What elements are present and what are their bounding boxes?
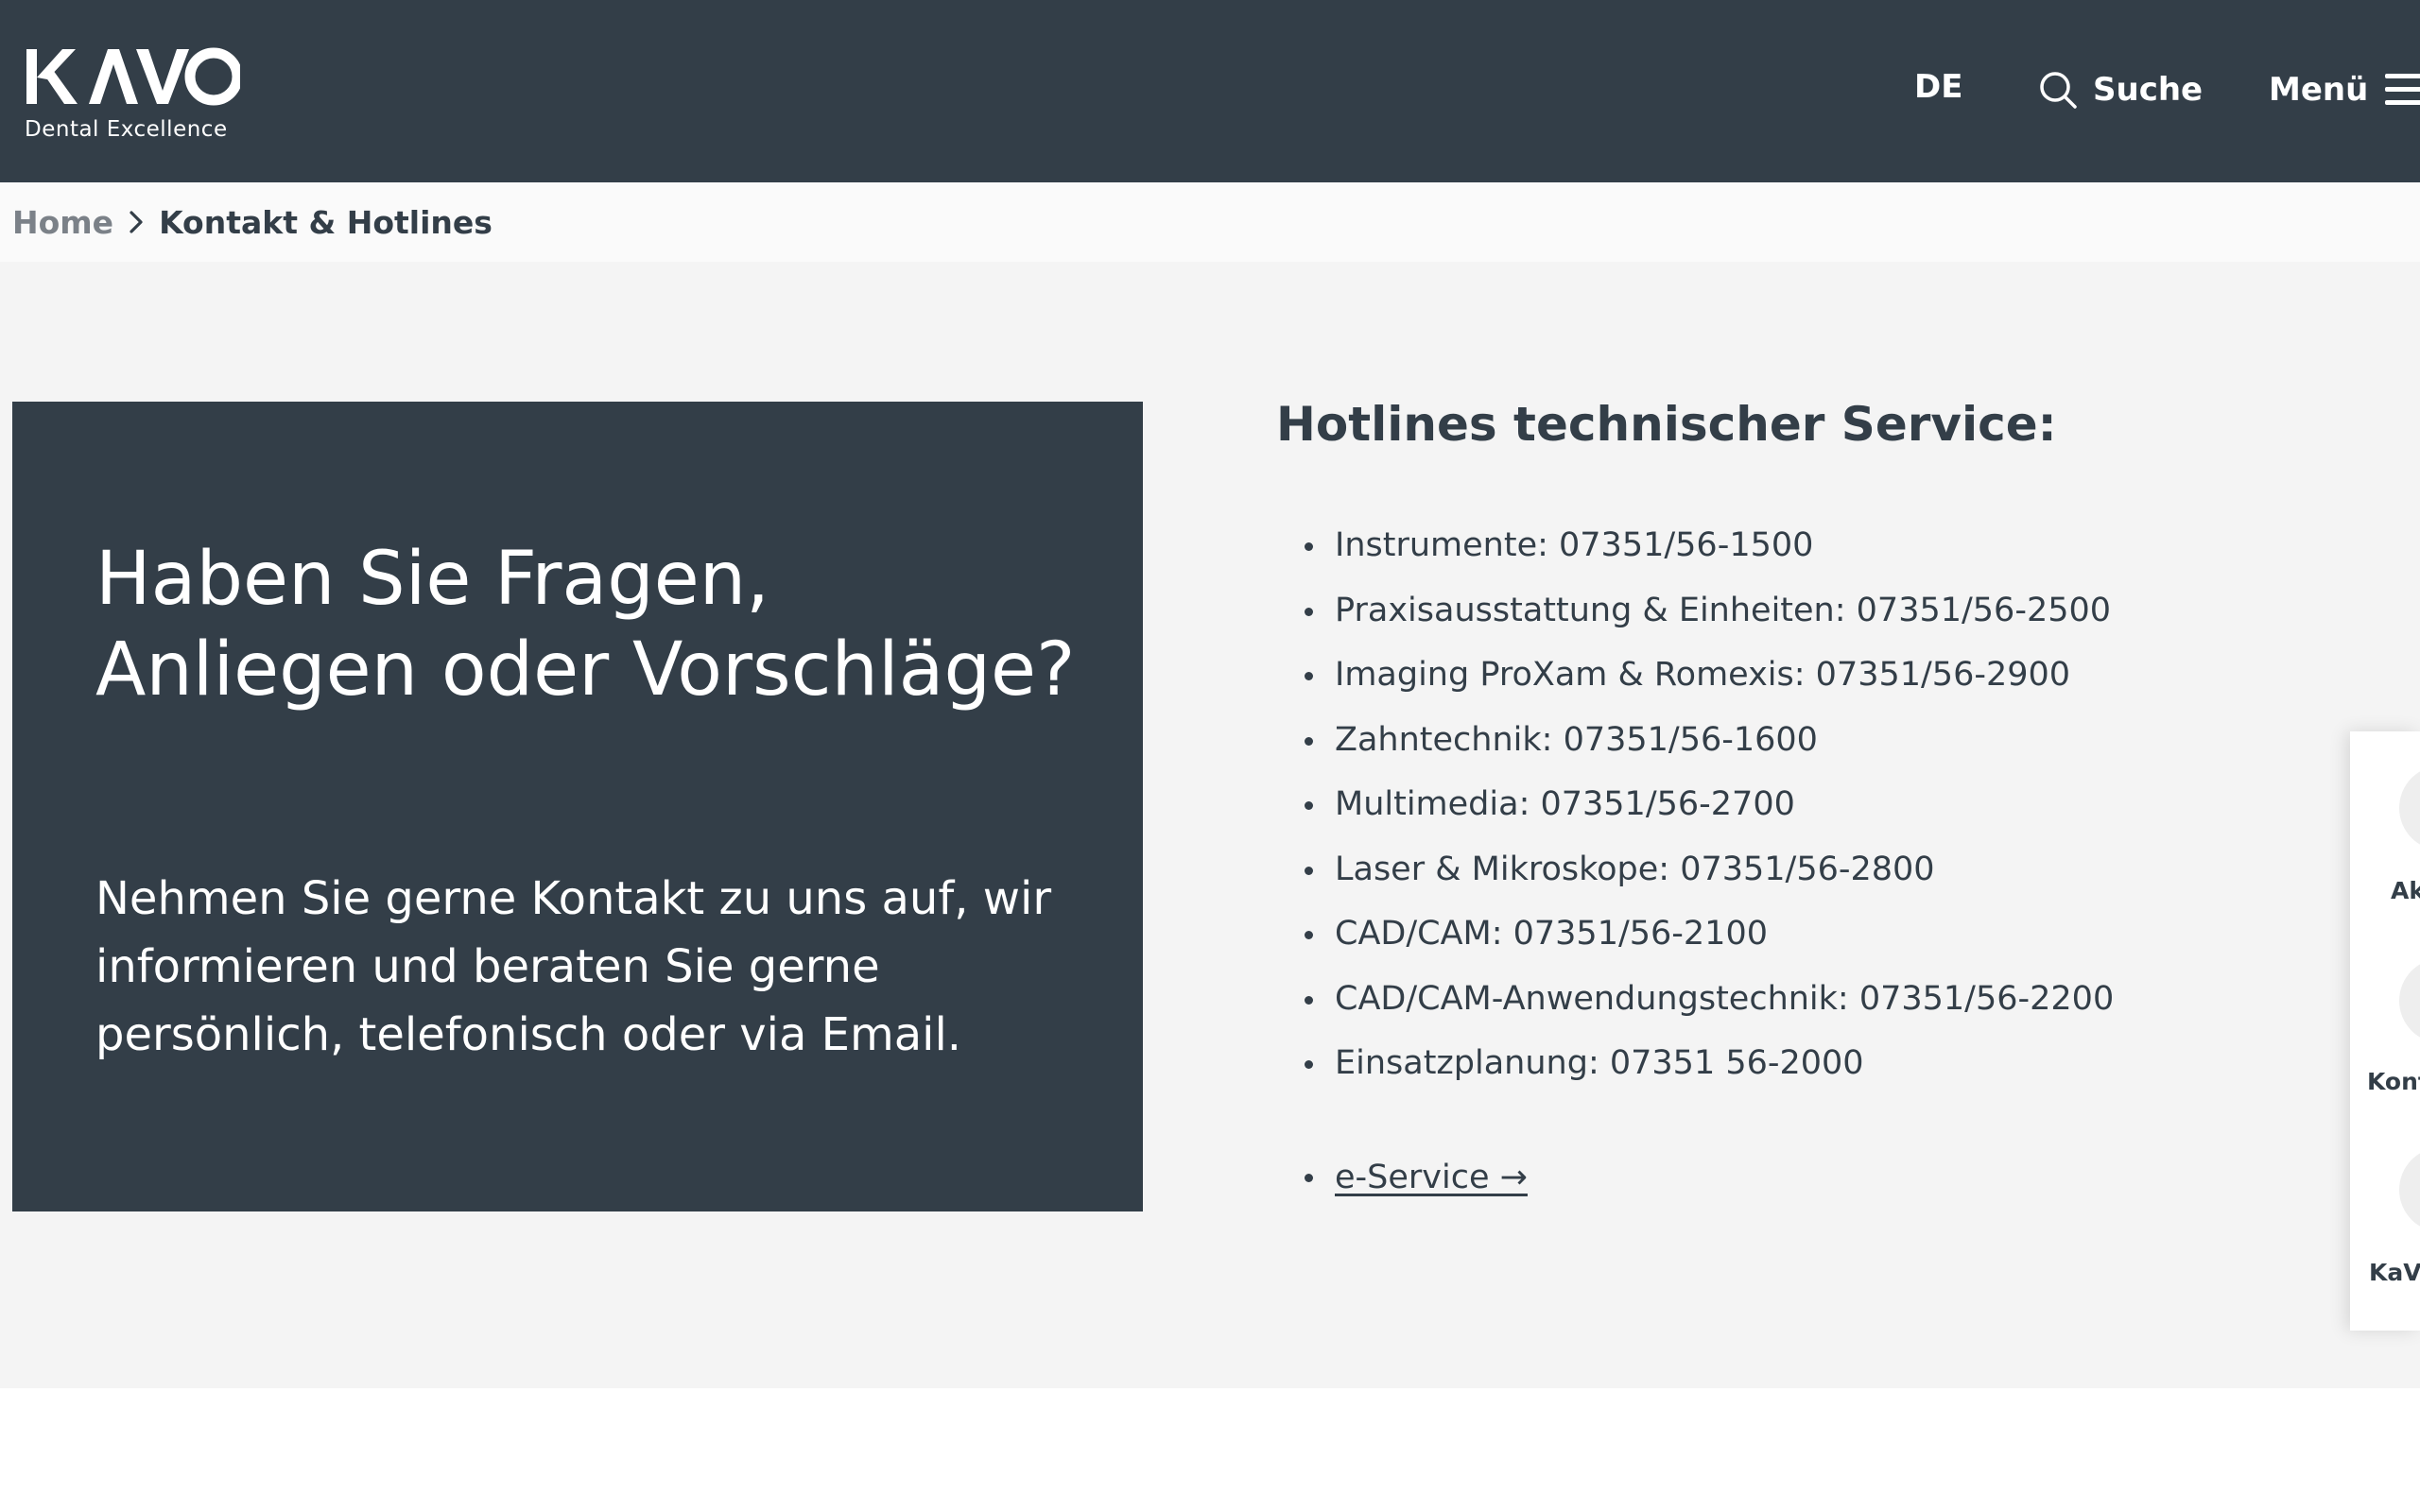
hotline-item: Imaging ProXam & Romexis: 07351/56-2900 — [1276, 643, 2316, 708]
chevron-right-icon — [129, 210, 144, 234]
side-panel-item[interactable]: KaVo — [2350, 1109, 2420, 1331]
kavo-logo-mark — [26, 47, 240, 106]
floating-side-panel: Ak Kont KaVo — [2350, 731, 2420, 1331]
breadcrumb-home-link[interactable]: Home — [12, 204, 113, 241]
hotline-item: Zahntechnik: 07351/56-1600 — [1276, 708, 2316, 773]
hero-text: Nehmen Sie gerne Kontakt zu uns auf, wir… — [95, 872, 1052, 1061]
search-label: Suche — [2093, 71, 2204, 109]
hotline-item: CAD/CAM-Anwendungstechnik: 07351/56-2200 — [1276, 967, 2316, 1032]
hamburger-menu-icon — [2385, 74, 2420, 105]
kavo-logo[interactable]: Dental Excellence — [25, 43, 251, 147]
side-panel-icon — [2399, 765, 2420, 850]
side-panel-item[interactable]: Kont — [2350, 920, 2420, 1109]
site-header: Dental Excellence DE Suche Menü — [0, 0, 2420, 182]
language-switch[interactable]: DE — [1914, 68, 1962, 106]
contact-hero-box: Haben Sie Fragen, Anliegen oder Vorschlä… — [12, 402, 1143, 1211]
side-panel-item[interactable]: Ak — [2350, 731, 2420, 920]
hotline-item: Instrumente: 07351/56-1500 — [1276, 513, 2316, 578]
search-button[interactable]: Suche — [2038, 66, 2203, 113]
search-icon — [2040, 72, 2077, 109]
hero-title: Haben Sie Fragen, Anliegen oder Vorschlä… — [95, 537, 1076, 713]
hotline-item: CAD/CAM: 07351/56-2100 — [1276, 902, 2316, 967]
eservice-item: e-Service → — [1276, 1145, 2316, 1210]
menu-button[interactable]: Menü — [2269, 66, 2420, 113]
hotline-item: Laser & Mikroskope: 07351/56-2800 — [1276, 837, 2316, 902]
breadcrumb-current: Kontakt & Hotlines — [159, 203, 493, 241]
menu-label: Menü — [2269, 71, 2369, 109]
side-panel-label: Kont — [2367, 1068, 2420, 1095]
breadcrumb: Home Kontakt & Hotlines — [0, 182, 2420, 262]
logo-tagline: Dental Excellence — [25, 117, 228, 142]
hotlines-section: Hotlines technischer Service: Instrument… — [1276, 394, 2316, 1210]
hotlines-title: Hotlines technischer Service: — [1276, 397, 2057, 452]
eservice-link[interactable]: e-Service → — [1335, 1159, 1528, 1196]
side-panel-icon — [2399, 958, 2420, 1043]
hotline-list: Instrumente: 07351/56-1500 Praxisausstat… — [1276, 513, 2316, 1096]
side-panel-label: KaVo — [2369, 1259, 2420, 1286]
hotline-item: Praxisausstattung & Einheiten: 07351/56-… — [1276, 578, 2316, 644]
side-panel-label: Ak — [2391, 877, 2420, 904]
hotline-item: Multimedia: 07351/56-2700 — [1276, 772, 2316, 837]
hotline-item: Einsatzplanung: 07351 56-2000 — [1276, 1031, 2316, 1096]
eservice-list: e-Service → — [1276, 1145, 2316, 1210]
side-panel-icon — [2399, 1147, 2420, 1232]
contact-section: Haben Sie Fragen, Anliegen oder Vorschlä… — [0, 262, 2420, 1388]
